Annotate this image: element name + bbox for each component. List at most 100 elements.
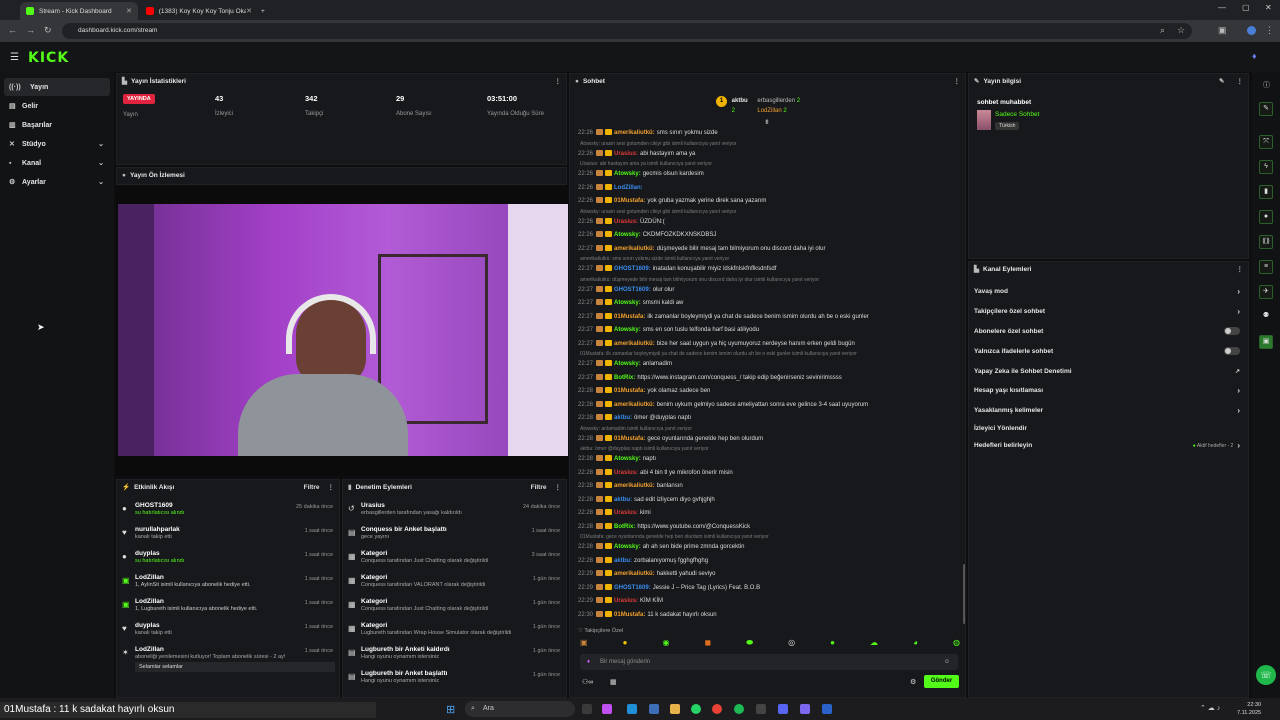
top-chatter-name[interactable]: LodZillan <box>757 108 781 114</box>
message-username[interactable]: GHOST1609: <box>614 287 651 293</box>
subscribers-only-toggle[interactable] <box>1224 327 1240 336</box>
sidebar-item-kanal[interactable]: ▪ Kanal ⌄ <box>4 154 110 172</box>
notification-icon[interactable]: ♦ <box>1252 51 1257 61</box>
category-name[interactable]: Sadece Sohbet <box>995 111 1039 118</box>
message-username[interactable]: Urasius: <box>614 470 638 476</box>
more-options-icon[interactable]: ⋮ <box>555 77 562 85</box>
close-tab-icon[interactable]: ✕ <box>126 7 132 15</box>
browser-tab-kick[interactable]: Stream - Kick Dashboard ✕ <box>20 2 138 20</box>
more-options-icon[interactable]: ⋮ <box>1237 265 1244 273</box>
emote-icon[interactable]: ☁ <box>870 638 878 650</box>
message-username[interactable]: Atowsky: <box>614 232 641 238</box>
close-window-icon[interactable]: ✕ <box>1265 3 1272 12</box>
action-raid[interactable]: İzleyici Yönlendir <box>969 421 1248 437</box>
emote-icon[interactable]: ◎ <box>788 638 795 650</box>
action-ai-moderation[interactable]: Yapay Zeka ile Sohbet Denetimi ↗ <box>969 361 1248 381</box>
message-username[interactable]: Atowsky: <box>614 327 641 333</box>
message-username[interactable]: aktbu: <box>614 415 632 421</box>
emote-icon[interactable]: ● <box>623 638 628 650</box>
info-circle-icon[interactable]: ⓘ <box>1263 80 1270 90</box>
profile-avatar-icon[interactable] <box>1247 26 1256 35</box>
action-goals[interactable]: Hedefleri belirleyin ● Aktif hedefler - 2… <box>969 437 1248 455</box>
taskbar-app-icon[interactable] <box>649 704 659 714</box>
action-account-age[interactable]: Hesap yaşı kısıtlaması › <box>969 381 1248 401</box>
message-username[interactable]: LodZillan: <box>614 185 643 191</box>
message-username[interactable]: Urasius: <box>614 219 638 225</box>
emote-icon[interactable]: ⬬ <box>746 638 753 650</box>
emote-icon[interactable]: ● <box>830 638 835 650</box>
message-username[interactable]: Atowsky: <box>614 171 641 177</box>
emote-icon[interactable]: ▣ <box>580 638 588 650</box>
message-username[interactable]: amerikaliutkü: <box>614 130 655 136</box>
emote-icon[interactable]: ◉ <box>663 638 670 650</box>
message-username[interactable]: GHOST1609: <box>614 585 651 591</box>
filter-button[interactable]: Filtre <box>531 484 547 491</box>
message-username[interactable]: Atowsky: <box>614 300 641 306</box>
windows-start-icon[interactable]: ⊞ <box>446 703 455 716</box>
message-username[interactable]: Atowsky: <box>614 456 641 462</box>
edit-pencil-icon[interactable]: ✎ <box>1219 77 1224 85</box>
stream-preview-video[interactable] <box>118 204 568 456</box>
emote-only-toggle[interactable] <box>1224 347 1240 356</box>
message-username[interactable]: Atowsky: <box>614 361 641 367</box>
action-followers-only[interactable]: Takipçilere özel sohbet › <box>969 302 1248 322</box>
discord-icon[interactable] <box>778 704 788 714</box>
new-tab-button[interactable]: + <box>258 2 272 20</box>
task-view-icon[interactable] <box>582 704 592 714</box>
action-banned-words[interactable]: Yasaklanmış kelimeler › <box>969 401 1248 421</box>
category-thumbnail[interactable] <box>977 110 991 130</box>
chat-users-icon[interactable]: ⚇∞ <box>582 678 593 686</box>
rail-layers-icon[interactable]: ≡ <box>1259 260 1273 274</box>
rail-edit-icon[interactable]: ✎ <box>1259 102 1273 116</box>
sidebar-item-ayarlar[interactable]: ⚙ Ayarlar ⌄ <box>4 173 110 191</box>
message-username[interactable]: BotRix: <box>614 524 635 530</box>
message-username[interactable]: amerikaliutkü: <box>614 246 655 252</box>
taskbar-app-icon[interactable] <box>822 704 832 714</box>
send-button[interactable]: Gönder <box>924 675 959 688</box>
rail-add-icon[interactable]: ▣ <box>1259 335 1273 349</box>
action-slow-mode[interactable]: Yavaş mod › <box>969 282 1248 302</box>
url-field[interactable]: dashboard.kick.com/stream <box>62 23 1192 39</box>
file-explorer-icon[interactable] <box>670 704 680 714</box>
browser-menu-icon[interactable]: ⋮ <box>1265 25 1274 36</box>
maximize-icon[interactable]: ▢ <box>1242 3 1250 12</box>
emoji-picker-icon[interactable]: ☺ <box>944 654 950 670</box>
message-username[interactable]: aktbu: <box>614 558 632 564</box>
top-chatter-name[interactable]: aktbu <box>732 98 748 104</box>
forward-icon[interactable]: → <box>26 25 35 35</box>
more-options-icon[interactable]: ⋮ <box>954 77 961 85</box>
message-username[interactable]: 01Mustafa: <box>614 612 645 618</box>
support-chat-icon[interactable]: ☏ <box>1256 665 1276 685</box>
message-username[interactable]: Urasius: <box>614 598 638 604</box>
message-username[interactable]: amerikaliutkü: <box>614 402 655 408</box>
chat-scrollbar[interactable] <box>963 564 965 624</box>
message-username[interactable]: 01Mustafa: <box>614 436 645 442</box>
message-username[interactable]: Urasius: <box>614 151 638 157</box>
sidebar-item-studyo[interactable]: ✕ Stüdyo ⌄ <box>4 135 110 153</box>
message-username[interactable]: Urasius: <box>614 510 638 516</box>
whatsapp-icon[interactable] <box>691 704 701 714</box>
rail-broadcast-icon[interactable]: ⟪⟫ <box>1259 235 1273 249</box>
message-username[interactable]: 01Mustafa: <box>614 198 645 204</box>
chrome-icon[interactable] <box>712 704 722 714</box>
message-username[interactable]: aktbu: <box>614 497 632 503</box>
bookmark-star-icon[interactable]: ☆ <box>1177 25 1185 36</box>
emote-icon[interactable]: ◍ <box>953 638 960 650</box>
taskbar-search[interactable]: ⌕ Ara <box>465 701 575 717</box>
message-username[interactable]: amerikaliutkü: <box>614 483 655 489</box>
message-username[interactable]: amerikaliutkü: <box>614 341 655 347</box>
message-username[interactable]: amerikaliutkü: <box>614 571 655 577</box>
emote-icon[interactable]: ◼ <box>705 638 712 650</box>
tray-icons[interactable]: ⌃ ☁ ♪ <box>1200 704 1220 712</box>
rail-chat-icon[interactable]: ● <box>1259 210 1273 224</box>
menu-hamburger-icon[interactable]: ☰ <box>10 52 19 63</box>
more-options-icon[interactable]: ⋮ <box>328 483 335 491</box>
spotify-icon[interactable] <box>734 704 744 714</box>
message-username[interactable]: 01Mustafa: <box>614 388 645 394</box>
taskbar-app-icon[interactable] <box>800 704 810 714</box>
chat-settings-gear-icon[interactable]: ⚙ <box>910 678 916 686</box>
edge-browser-icon[interactable] <box>627 704 637 714</box>
close-tab-icon[interactable]: ✕ <box>246 7 252 15</box>
rail-tool-icon[interactable]: ✈ <box>1259 285 1273 299</box>
filter-button[interactable]: Filtre <box>304 484 320 491</box>
